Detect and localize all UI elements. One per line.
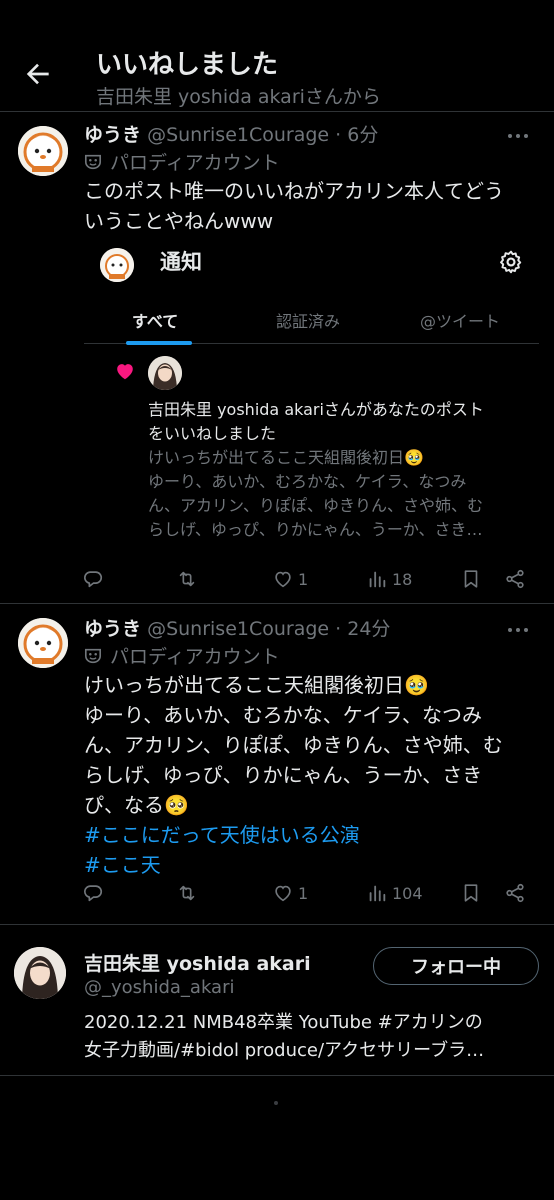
view-count: 104 bbox=[392, 883, 423, 903]
bookmark-button[interactable] bbox=[460, 564, 482, 594]
bio-line: 2020.12.21 NMB48卒業 YouTube #アカリンの bbox=[84, 1012, 483, 1033]
liker-avatar bbox=[148, 356, 182, 390]
like-count: 1 bbox=[298, 883, 309, 903]
hashtag-link[interactable]: #ここ天 bbox=[84, 850, 539, 880]
views-button[interactable]: 104 bbox=[366, 878, 423, 908]
like-count: 1 bbox=[298, 569, 309, 589]
quoted-line: ん、アカリン、りぽぽ、ゆきりん、さや姉、む bbox=[148, 496, 484, 515]
more-dots-icon[interactable] bbox=[508, 131, 530, 141]
top-bar: いいねしました 吉田朱里 yoshida akariさんから bbox=[0, 0, 554, 112]
quoted-line: らしげ、ゆっぴ、りかにゃん、うーか、さき… bbox=[148, 520, 483, 539]
heart-filled-icon bbox=[117, 364, 133, 380]
tweet-text-line: いうことやねんwww bbox=[84, 209, 274, 233]
author-name[interactable]: ゆうき bbox=[84, 124, 141, 146]
author-line: ゆうき @Sunrise1Courage · 24分 bbox=[84, 614, 390, 641]
embed-title: 通知 bbox=[160, 250, 202, 274]
page-title: いいねしました bbox=[96, 50, 279, 80]
following-button[interactable]: フォロー中 bbox=[373, 947, 539, 985]
parody-label: パロディアカウント bbox=[84, 642, 280, 669]
user-card[interactable]: 吉田朱里 yoshida akari @_yoshida_akari フォロー中… bbox=[0, 925, 554, 1076]
reply-icon bbox=[84, 571, 102, 588]
tweet-text-line: けいっちが出てるここ天組閣後初日🥹 bbox=[84, 673, 429, 697]
author-handle[interactable]: @Sunrise1Courage bbox=[147, 124, 329, 146]
tweet-text-line: ん、アカリン、りぽぽ、ゆきりん、さや姉、む bbox=[84, 733, 503, 757]
embed-tabs: すべて 認証済み @ツイート bbox=[84, 298, 539, 345]
profile-bio: 2020.12.21 NMB48卒業 YouTube #アカリンの 女子力動画/… bbox=[84, 1009, 544, 1065]
views-chart-icon bbox=[369, 885, 386, 902]
avatar[interactable] bbox=[18, 618, 68, 668]
tweet-text: けいっちが出てるここ天組閣後初日🥹 ゆーり、あいか、むろかな、ケイラ、なつみ ん… bbox=[84, 670, 539, 880]
embed-avatar bbox=[100, 248, 134, 282]
notification-text: 吉田朱里 yoshida akariさんがあなたのポスト をいいねしました けい… bbox=[148, 398, 528, 542]
back-arrow-icon[interactable] bbox=[22, 58, 54, 90]
profile-avatar[interactable] bbox=[14, 947, 66, 999]
retweet-button[interactable] bbox=[176, 878, 198, 908]
share-icon bbox=[506, 883, 524, 903]
page-subtitle: 吉田朱里 yoshida akariさんから bbox=[96, 86, 381, 108]
author-handle[interactable]: @Sunrise1Courage bbox=[147, 618, 329, 640]
share-button[interactable] bbox=[504, 878, 526, 908]
retweet-icon bbox=[179, 885, 195, 901]
reply-button[interactable] bbox=[82, 564, 104, 594]
tweet-text: このポスト唯一のいいねがアカリン本人てどう いうことやねんwww bbox=[84, 176, 539, 236]
parody-text: パロディアカウント bbox=[110, 646, 280, 668]
tab-indicator bbox=[126, 341, 192, 345]
quoted-line: けいっちが出てるここ天組閣後初日🥹 bbox=[148, 448, 424, 467]
views-chart-icon bbox=[369, 571, 386, 588]
bookmark-button[interactable] bbox=[460, 878, 482, 908]
post-time: · 24分 bbox=[335, 618, 391, 640]
more-dots-icon[interactable] bbox=[508, 625, 530, 635]
profile-handle[interactable]: @_yoshida_akari bbox=[84, 977, 234, 998]
parody-label: パロディアカウント bbox=[84, 148, 280, 175]
view-count: 18 bbox=[392, 569, 413, 589]
gear-icon bbox=[500, 250, 522, 274]
tweet[interactable]: ゆうき @Sunrise1Courage · 24分 パロディアカウント けいっ… bbox=[0, 604, 554, 925]
tab-mentions: @ツイート bbox=[420, 312, 501, 331]
tweet[interactable]: ゆうき @Sunrise1Courage · 6分 パロディアカウント このポス… bbox=[0, 112, 554, 604]
parody-text: パロディアカウント bbox=[110, 152, 280, 174]
tweet-text-line: らしげ、ゆっぴ、りかにゃん、うーか、さき bbox=[84, 763, 483, 787]
author-name[interactable]: ゆうき bbox=[84, 618, 141, 640]
like-button[interactable]: 1 bbox=[272, 564, 308, 594]
reply-icon bbox=[84, 885, 102, 902]
heart-outline-icon bbox=[275, 571, 291, 588]
like-button[interactable]: 1 bbox=[272, 878, 308, 908]
tweet-text-line: このポスト唯一のいいねがアカリン本人てどう bbox=[84, 179, 504, 203]
share-button[interactable] bbox=[504, 564, 526, 594]
bookmark-icon bbox=[464, 884, 478, 902]
notification-line: をいいねしました bbox=[148, 424, 277, 443]
bookmark-icon bbox=[464, 570, 478, 588]
theater-mask-icon bbox=[84, 648, 102, 664]
hashtag-link[interactable]: #ここにだって天使はいる公演 bbox=[84, 820, 539, 850]
retweet-button[interactable] bbox=[176, 564, 198, 594]
tweet-actions: 1 18 bbox=[82, 564, 532, 594]
profile-name[interactable]: 吉田朱里 yoshida akari bbox=[84, 949, 311, 976]
bio-line: 女子力動画/#bidol produce/アクセサリーブラ… bbox=[84, 1040, 485, 1061]
tab-all: すべて bbox=[132, 312, 179, 331]
tab-verified: 認証済み bbox=[276, 312, 341, 331]
retweet-icon bbox=[179, 571, 195, 587]
views-button[interactable]: 18 bbox=[366, 564, 412, 594]
loading-indicator bbox=[274, 1101, 278, 1105]
author-line: ゆうき @Sunrise1Courage · 6分 bbox=[84, 120, 378, 147]
attached-image[interactable]: 通知 すべて 認証済み @ツイート 吉田朱里 yoshida akariさんがあ… bbox=[84, 240, 539, 545]
reply-button[interactable] bbox=[82, 878, 104, 908]
tweet-text-line: ぴ、なる🥺 bbox=[84, 793, 189, 817]
tweet-text-line: ゆーり、あいか、むろかな、ケイラ、なつみ bbox=[84, 703, 482, 727]
notification-line: 吉田朱里 yoshida akariさんがあなたのポスト bbox=[148, 400, 484, 419]
theater-mask-icon bbox=[84, 154, 102, 170]
post-time: · 6分 bbox=[335, 124, 379, 146]
share-icon bbox=[506, 569, 524, 589]
avatar[interactable] bbox=[18, 126, 68, 176]
heart-outline-icon bbox=[275, 885, 291, 902]
quoted-line: ゆーり、あいか、むろかな、ケイラ、なつみ bbox=[148, 472, 467, 491]
tweet-actions: 1 104 bbox=[82, 878, 532, 908]
